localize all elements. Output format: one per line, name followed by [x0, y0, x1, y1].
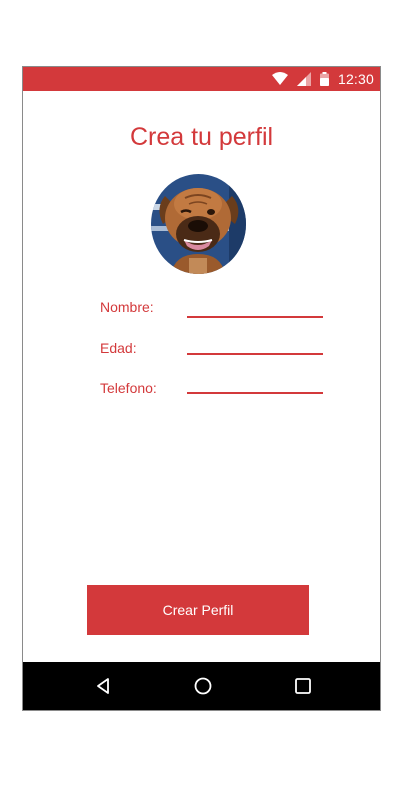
status-icons: 12:30	[271, 67, 374, 91]
dog-photo	[151, 174, 246, 274]
wifi-icon	[271, 72, 288, 86]
edad-input[interactable]	[187, 331, 323, 355]
edad-label: Edad:	[100, 340, 137, 356]
battery-icon	[319, 72, 329, 86]
signal-icon	[296, 72, 311, 86]
nombre-input[interactable]	[187, 293, 323, 317]
avatar[interactable]	[151, 174, 246, 274]
home-button[interactable]	[191, 674, 215, 698]
status-time: 12:30	[337, 71, 374, 87]
nombre-label: Nombre:	[100, 299, 154, 315]
page-title: Crea tu perfil	[129, 123, 274, 151]
navigation-bar	[23, 662, 380, 710]
crear-perfil-button[interactable]: Crear Perfil	[87, 585, 309, 635]
status-bar: 12:30	[23, 67, 380, 91]
telefono-underline	[187, 392, 323, 394]
back-button[interactable]	[91, 674, 115, 698]
phone-screen: 12:30 Crea tu perfil Nombre: Edad: Telef…	[22, 66, 381, 711]
recents-icon	[295, 678, 311, 694]
telefono-label: Telefono:	[100, 380, 157, 396]
home-icon	[194, 677, 212, 695]
back-icon	[97, 678, 109, 694]
nombre-underline	[187, 316, 323, 318]
edad-underline	[187, 353, 323, 355]
recents-button[interactable]	[291, 674, 315, 698]
telefono-input[interactable]	[187, 370, 323, 394]
